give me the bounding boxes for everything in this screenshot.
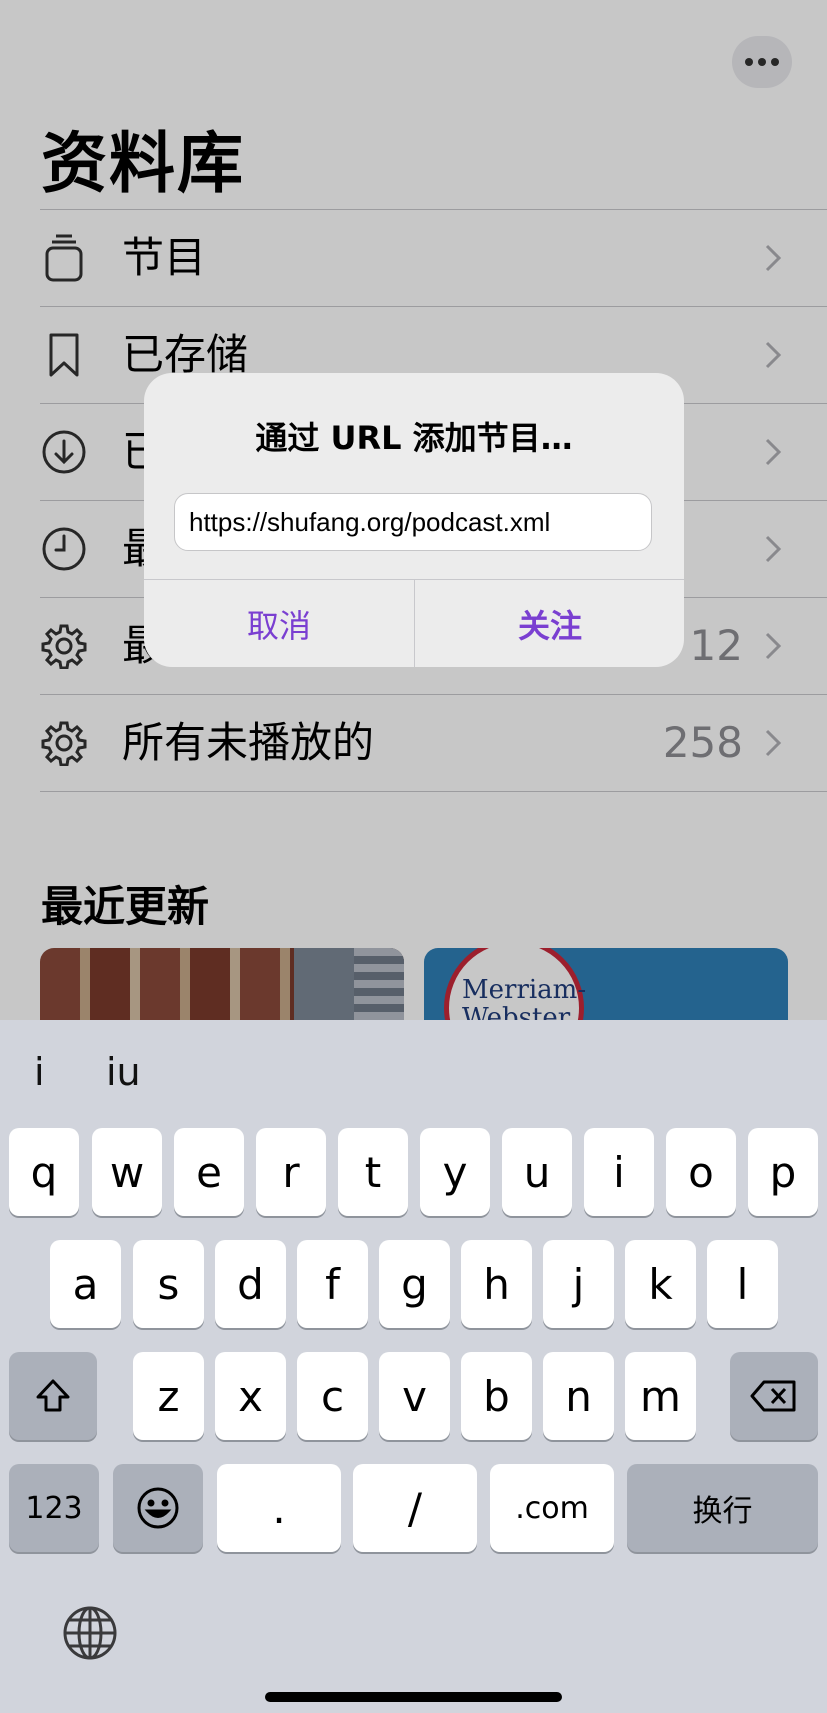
key-o[interactable]: o bbox=[666, 1128, 736, 1216]
candidate-word[interactable]: i bbox=[34, 1050, 45, 1094]
home-indicator[interactable] bbox=[265, 1692, 562, 1702]
key-l[interactable]: l bbox=[707, 1240, 778, 1328]
candidate-word[interactable]: iu bbox=[106, 1050, 141, 1094]
shift-key[interactable] bbox=[9, 1352, 97, 1440]
cancel-button[interactable]: 取消 bbox=[144, 580, 414, 667]
emoji-icon bbox=[137, 1487, 179, 1529]
dotcom-key[interactable]: .com bbox=[490, 1464, 614, 1552]
key-p[interactable]: p bbox=[748, 1128, 818, 1216]
keyboard: i iu q w e r t y u i o p a s d f g h j k… bbox=[0, 1020, 827, 1713]
key-u[interactable]: u bbox=[502, 1128, 572, 1216]
key-z[interactable]: z bbox=[133, 1352, 204, 1440]
dot-key[interactable]: . bbox=[217, 1464, 341, 1552]
key-e[interactable]: e bbox=[174, 1128, 244, 1216]
delete-key[interactable] bbox=[730, 1352, 818, 1440]
globe-icon bbox=[63, 1606, 117, 1660]
key-d[interactable]: d bbox=[215, 1240, 286, 1328]
globe-key[interactable] bbox=[62, 1605, 118, 1661]
add-by-url-dialog: 通过 URL 添加节目… 取消 关注 bbox=[144, 373, 684, 667]
key-x[interactable]: x bbox=[215, 1352, 286, 1440]
key-k[interactable]: k bbox=[625, 1240, 696, 1328]
dialog-title: 通过 URL 添加节目… bbox=[255, 419, 573, 457]
key-s[interactable]: s bbox=[133, 1240, 204, 1328]
return-key[interactable]: 换行 bbox=[627, 1464, 818, 1552]
key-f[interactable]: f bbox=[297, 1240, 368, 1328]
slash-key[interactable]: / bbox=[353, 1464, 477, 1552]
key-y[interactable]: y bbox=[420, 1128, 490, 1216]
key-n[interactable]: n bbox=[543, 1352, 614, 1440]
key-g[interactable]: g bbox=[379, 1240, 450, 1328]
numbers-key[interactable]: 123 bbox=[9, 1464, 99, 1552]
key-c[interactable]: c bbox=[297, 1352, 368, 1440]
url-field-container bbox=[174, 493, 652, 551]
key-j[interactable]: j bbox=[543, 1240, 614, 1328]
key-t[interactable]: t bbox=[338, 1128, 408, 1216]
key-h[interactable]: h bbox=[461, 1240, 532, 1328]
key-r[interactable]: r bbox=[256, 1128, 326, 1216]
key-a[interactable]: a bbox=[50, 1240, 121, 1328]
shift-icon bbox=[36, 1379, 70, 1412]
key-q[interactable]: q bbox=[9, 1128, 79, 1216]
delete-icon bbox=[750, 1380, 796, 1412]
key-i[interactable]: i bbox=[584, 1128, 654, 1216]
emoji-key[interactable] bbox=[113, 1464, 203, 1552]
key-v[interactable]: v bbox=[379, 1352, 450, 1440]
key-b[interactable]: b bbox=[461, 1352, 532, 1440]
key-w[interactable]: w bbox=[92, 1128, 162, 1216]
follow-button[interactable]: 关注 bbox=[415, 580, 684, 667]
url-input[interactable] bbox=[189, 506, 637, 538]
key-m[interactable]: m bbox=[625, 1352, 696, 1440]
